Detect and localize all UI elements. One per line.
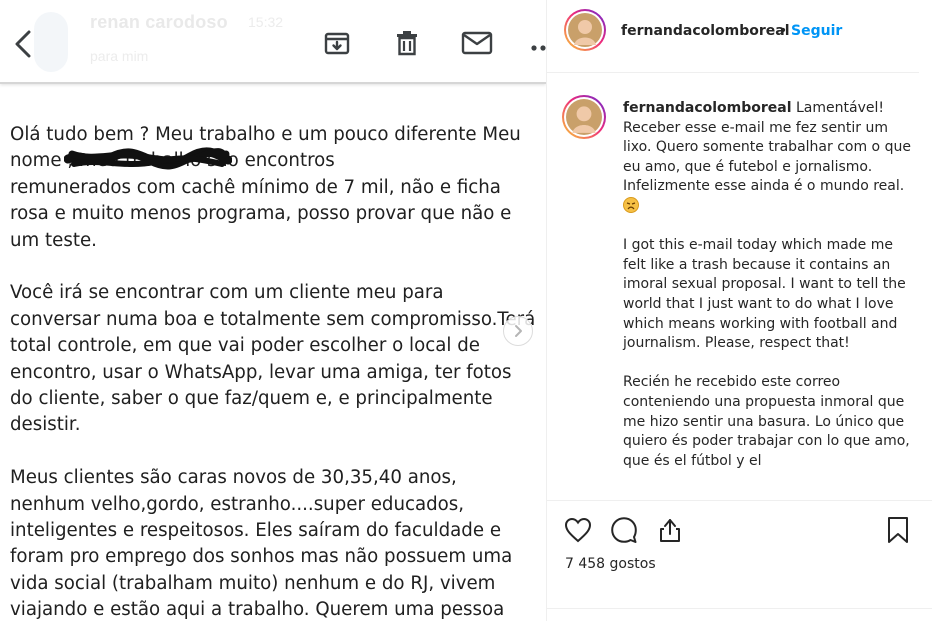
mark-unread-button[interactable] bbox=[460, 26, 494, 60]
profile-photo-icon bbox=[566, 99, 602, 135]
caption-area: fernandacolomboreal Lamentável! Receber … bbox=[547, 73, 932, 498]
email-paragraph: Meus clientes são caras novos de 30,35,4… bbox=[10, 467, 513, 621]
instagram-post-panel: fernandacolomboreal • Seguir fernandacol… bbox=[546, 0, 932, 621]
post-username[interactable]: fernandacolomboreal bbox=[621, 23, 790, 39]
more-options-button[interactable] bbox=[530, 38, 546, 51]
archive-button[interactable] bbox=[320, 26, 354, 60]
back-arrow-icon bbox=[15, 30, 31, 58]
email-paragraph: Você irá se encontrar com um cliente meu… bbox=[10, 282, 536, 436]
share-icon bbox=[660, 519, 680, 542]
heart-icon bbox=[564, 517, 592, 543]
follow-button[interactable]: Seguir bbox=[791, 23, 842, 39]
archive-icon bbox=[324, 32, 350, 55]
caption-username[interactable]: fernandacolomboreal bbox=[623, 100, 792, 116]
email-toolbar: renan carodoso 15:32 para mim bbox=[0, 0, 546, 84]
sender-name: renan carodoso bbox=[90, 12, 228, 32]
divider bbox=[547, 500, 932, 501]
trash-icon bbox=[397, 31, 417, 56]
email-paragraph: Olá tudo bem ? Meu trabalho e um pouco d… bbox=[10, 124, 521, 251]
post-header: fernandacolomboreal • Seguir bbox=[547, 0, 932, 70]
comment-icon bbox=[611, 517, 637, 543]
chevron-right-icon bbox=[515, 325, 522, 337]
mail-icon bbox=[461, 31, 493, 55]
separator-dot: • bbox=[779, 23, 788, 39]
divider bbox=[547, 608, 932, 609]
caption-avatar[interactable] bbox=[564, 97, 604, 137]
email-screenshot: renan carodoso 15:32 para mim Olá tudo b… bbox=[0, 0, 546, 621]
share-button[interactable] bbox=[655, 515, 685, 545]
email-body: Olá tudo bem ? Meu trabalho e um pouco d… bbox=[10, 122, 538, 621]
caption-spanish: Recién he recebido este correo contenien… bbox=[623, 374, 910, 469]
more-dots-icon bbox=[531, 45, 546, 51]
caption-text: fernandacolomboreal Lamentável! Receber … bbox=[623, 99, 913, 491]
carousel-next-button[interactable] bbox=[503, 316, 533, 346]
sender-time: 15:32 bbox=[248, 14, 284, 30]
likes-count[interactable]: 7 458 gostos bbox=[565, 556, 656, 572]
redaction-scribble bbox=[64, 147, 232, 170]
comment-button[interactable] bbox=[609, 515, 639, 545]
sender-recipient: para mim bbox=[90, 48, 149, 64]
save-button[interactable] bbox=[883, 515, 913, 545]
disappointed-face-icon bbox=[623, 196, 639, 213]
profile-photo-icon bbox=[568, 13, 602, 47]
delete-button[interactable] bbox=[390, 26, 424, 60]
bookmark-icon bbox=[888, 517, 908, 543]
avatar[interactable] bbox=[566, 11, 604, 49]
like-button[interactable] bbox=[563, 515, 593, 545]
back-button[interactable] bbox=[6, 24, 40, 64]
caption-english: I got this e-mail today which made me fe… bbox=[623, 237, 906, 352]
